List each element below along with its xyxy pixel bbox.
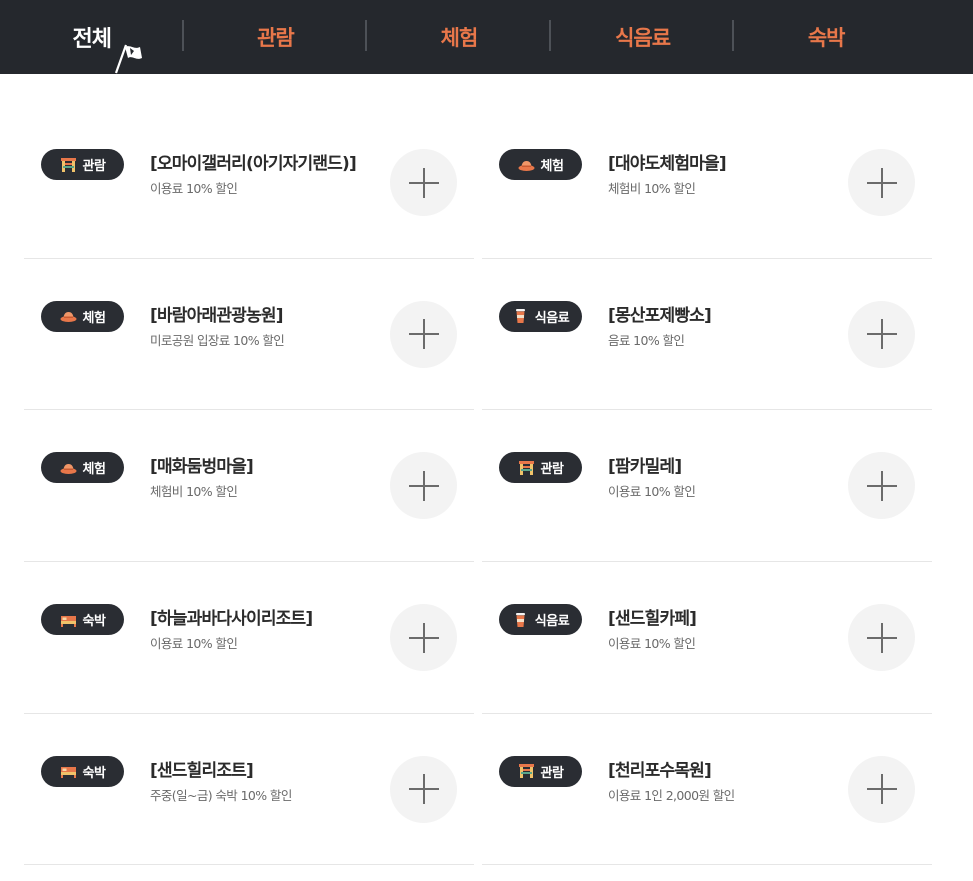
expand-button[interactable] — [390, 604, 457, 672]
plus-icon — [408, 774, 439, 805]
benefit-card: 관람 [팜카밀레] 이용료 10% 할인 — [482, 410, 932, 563]
expand-button[interactable] — [390, 149, 457, 216]
tab-label: 전체 — [72, 27, 112, 52]
benefit-card: 체험 [대야도체험마을] 체험비 10% 할인 — [482, 107, 932, 259]
tab-food[interactable]: 식음료 — [551, 0, 735, 74]
plus-icon — [866, 319, 897, 350]
plus-icon — [408, 319, 439, 350]
category-badge-label: 관람 — [540, 462, 564, 478]
category-badge-label: 관람 — [82, 159, 106, 174]
benefit-list: 관람 [오마이갤러리(아기자기랜드)] 이용료 10% 할인 체험 [대야도체험마을]… — [24, 107, 932, 866]
flag-icon — [114, 44, 142, 74]
plus-icon — [866, 470, 897, 501]
category-tab-bar: 전체 관람 체험 식음료 숙박 — [0, 0, 973, 74]
tab-label: 숙박 — [807, 26, 846, 50]
tab-experience[interactable]: 체험 — [367, 0, 551, 74]
category-badge: 숙박 — [41, 604, 124, 636]
category-badge-label: 식음료 — [534, 310, 570, 326]
tab-viewing[interactable]: 관람 — [184, 0, 368, 74]
plus-icon — [408, 622, 439, 653]
expand-button[interactable] — [390, 755, 457, 823]
hat-icon — [518, 160, 535, 171]
category-badge: 숙박 — [41, 755, 124, 787]
benefit-card: 숙박 [샌드힐리조트] 주중(일~금) 숙박 10% 할인 — [24, 714, 474, 866]
tab-label: 관람 — [257, 26, 295, 50]
plus-icon — [866, 774, 897, 805]
category-badge-label: 체험 — [540, 159, 564, 174]
expand-button[interactable] — [848, 604, 915, 672]
plus-icon — [408, 167, 439, 198]
category-badge: 체험 — [41, 452, 124, 484]
expand-button[interactable] — [390, 300, 457, 368]
benefit-card: 식음료 [몽산포제빵소] 음료 10% 할인 — [482, 259, 932, 411]
gate-icon — [518, 764, 534, 779]
place-title[interactable]: [매화둠벙마을] — [150, 452, 254, 477]
bed-icon — [60, 615, 76, 627]
discount-description: 이용료 10% 할인 — [608, 484, 696, 500]
place-title[interactable]: [팜카밀레] — [608, 452, 682, 477]
place-title[interactable]: [대야도체험마을] — [608, 149, 727, 174]
benefit-card: 체험 [바람아래관광농원] 미로공원 입장료 10% 할인 — [24, 259, 474, 411]
discount-description: 이용료 10% 할인 — [150, 636, 238, 652]
discount-description: 미로공원 입장료 10% 할인 — [150, 332, 285, 348]
discount-description: 음료 10% 할인 — [608, 332, 685, 348]
plus-icon — [408, 470, 439, 501]
gate-icon — [518, 460, 534, 475]
category-badge: 식음료 — [499, 604, 582, 636]
category-badge-label: 체험 — [82, 310, 106, 326]
discount-description: 이용료 10% 할인 — [150, 181, 238, 196]
place-title[interactable]: [천리포수목원] — [608, 756, 712, 781]
tab-label: 식음료 — [615, 26, 671, 50]
place-title[interactable]: [샌드힐리조트] — [150, 756, 254, 781]
category-badge-label: 관람 — [540, 765, 564, 781]
discount-description: 주중(일~금) 숙박 10% 할인 — [150, 787, 292, 803]
expand-button[interactable] — [848, 755, 915, 823]
category-badge: 체험 — [499, 149, 582, 180]
benefit-card: 숙박 [하늘과바다사이리조트] 이용료 10% 할인 — [24, 562, 474, 714]
category-badge-label: 식음료 — [534, 614, 570, 630]
place-title[interactable]: [샌드힐카페] — [608, 604, 697, 629]
gate-icon — [60, 157, 76, 172]
category-badge: 관람 — [499, 755, 582, 787]
category-badge-label: 숙박 — [82, 614, 106, 630]
category-badge: 체험 — [41, 300, 124, 332]
expand-button[interactable] — [848, 149, 915, 216]
cup-icon — [515, 309, 525, 324]
tab-all[interactable]: 전체 — [0, 0, 184, 74]
bed-icon — [60, 767, 76, 779]
hat-icon — [60, 463, 77, 474]
plus-icon — [866, 622, 897, 653]
category-badge-label: 숙박 — [82, 765, 106, 781]
plus-icon — [866, 167, 897, 198]
benefit-card: 관람 [오마이갤러리(아기자기랜드)] 이용료 10% 할인 — [24, 107, 474, 259]
place-title[interactable]: [오마이갤러리(아기자기랜드)] — [150, 149, 357, 174]
cup-icon — [515, 612, 525, 627]
tab-label: 체험 — [440, 26, 479, 50]
expand-button[interactable] — [390, 452, 457, 520]
category-badge: 관람 — [499, 452, 582, 484]
benefit-card: 식음료 [샌드힐카페] 이용료 10% 할인 — [482, 562, 932, 714]
expand-button[interactable] — [848, 452, 915, 520]
category-badge: 관람 — [41, 149, 124, 180]
benefit-card: 관람 [천리포수목원] 이용료 1인 2,000원 할인 — [482, 714, 932, 866]
category-badge: 식음료 — [499, 300, 582, 332]
category-badge-label: 체험 — [82, 462, 106, 478]
discount-description: 이용료 10% 할인 — [608, 636, 696, 652]
discount-description: 체험비 10% 할인 — [150, 484, 238, 500]
expand-button[interactable] — [848, 300, 915, 368]
place-title[interactable]: [하늘과바다사이리조트] — [150, 604, 313, 629]
tab-stay[interactable]: 숙박 — [734, 0, 918, 74]
benefit-card: 체험 [매화둠벙마을] 체험비 10% 할인 — [24, 410, 474, 563]
discount-description: 이용료 1인 2,000원 할인 — [608, 787, 735, 803]
hat-icon — [60, 312, 77, 323]
place-title[interactable]: [바람아래관광농원] — [150, 301, 283, 326]
place-title[interactable]: [몽산포제빵소] — [608, 301, 712, 326]
discount-description: 체험비 10% 할인 — [608, 181, 696, 196]
